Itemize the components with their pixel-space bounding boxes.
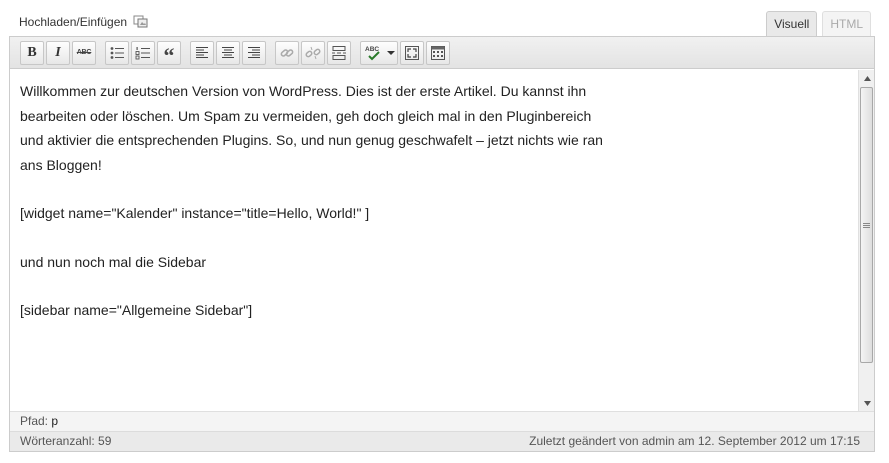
align-left-button[interactable]: [190, 40, 214, 65]
svg-text:ABC: ABC: [365, 46, 379, 53]
bullet-list-button[interactable]: [105, 40, 129, 65]
blockquote-icon: “: [163, 42, 175, 68]
spellcheck-toggle[interactable]: ABC: [361, 42, 385, 64]
editor-content[interactable]: Willkommen zur deutschen Version von Wor…: [10, 69, 858, 411]
triangle-down-icon: [863, 400, 871, 406]
scroll-thumb[interactable]: [860, 87, 873, 363]
grip-icon: [863, 222, 870, 228]
insert-more-icon: [332, 45, 346, 60]
align-right-icon: [248, 46, 260, 58]
content-paragraph[interactable]: [sidebar name="Allgemeine Sidebar"]: [20, 298, 610, 323]
rich-text-editor: B I ABC “ ABC Willkommen zur deutschen V…: [9, 36, 875, 452]
content-paragraph[interactable]: und nun noch mal die Sidebar: [20, 250, 610, 275]
media-upload-row: Hochladen/Einfügen: [19, 14, 149, 30]
align-left-icon: [196, 46, 208, 58]
numbered-list-button[interactable]: [131, 40, 155, 65]
editor-status-bar: Wörteranzahl: 59 Zuletzt geändert von ad…: [10, 431, 874, 451]
path-element[interactable]: p: [51, 414, 58, 428]
align-center-icon: [222, 46, 234, 58]
remove-link-button[interactable]: [301, 40, 325, 65]
strikethrough-button[interactable]: ABC: [72, 40, 96, 65]
insert-more-button[interactable]: [327, 40, 351, 65]
word-count: Wörteranzahl: 59: [20, 434, 112, 448]
content-paragraph[interactable]: Willkommen zur deutschen Version von Wor…: [20, 79, 610, 177]
spellcheck-language-dropdown[interactable]: [385, 42, 397, 64]
spellcheck-button[interactable]: ABC: [360, 40, 398, 65]
add-media-icon[interactable]: [133, 14, 149, 30]
tab-html[interactable]: HTML: [822, 11, 871, 36]
tab-visual[interactable]: Visuell: [766, 11, 818, 37]
bold-icon: B: [27, 44, 37, 60]
content-paragraph[interactable]: [widget name="Kalender" instance="title=…: [20, 201, 610, 226]
bold-button[interactable]: B: [20, 40, 44, 65]
last-modified: Zuletzt geändert von admin am 12. Septem…: [529, 434, 860, 448]
align-right-button[interactable]: [242, 40, 266, 65]
chevron-down-icon: [387, 50, 395, 55]
editor-toolbar: B I ABC “ ABC: [10, 37, 874, 69]
numbered-list-icon: [135, 46, 150, 59]
bullet-list-icon: [110, 46, 124, 59]
insert-link-button[interactable]: [275, 40, 299, 65]
insert-link-icon: [280, 48, 294, 57]
scroll-up-arrow[interactable]: [859, 70, 875, 86]
kitchen-sink-button[interactable]: [426, 40, 450, 65]
path-label: Pfad:: [20, 414, 49, 428]
editor-tabs: Visuell HTML: [761, 11, 871, 37]
triangle-up-icon: [863, 75, 871, 81]
strikethrough-icon: ABC: [76, 49, 92, 56]
upload-insert-label: Hochladen/Einfügen: [19, 15, 128, 29]
align-center-button[interactable]: [216, 40, 240, 65]
italic-button[interactable]: I: [46, 40, 70, 65]
fullscreen-button[interactable]: [400, 40, 424, 65]
blockquote-button[interactable]: “: [157, 40, 181, 68]
italic-icon: I: [55, 44, 61, 60]
kitchen-sink-icon: [431, 45, 445, 60]
spellcheck-icon: ABC: [365, 46, 380, 60]
element-path-bar: Pfad: p: [10, 411, 874, 431]
scroll-down-arrow[interactable]: [859, 395, 875, 411]
fullscreen-icon: [405, 45, 419, 60]
remove-link-icon: [305, 46, 321, 59]
vertical-scrollbar[interactable]: [858, 70, 874, 411]
